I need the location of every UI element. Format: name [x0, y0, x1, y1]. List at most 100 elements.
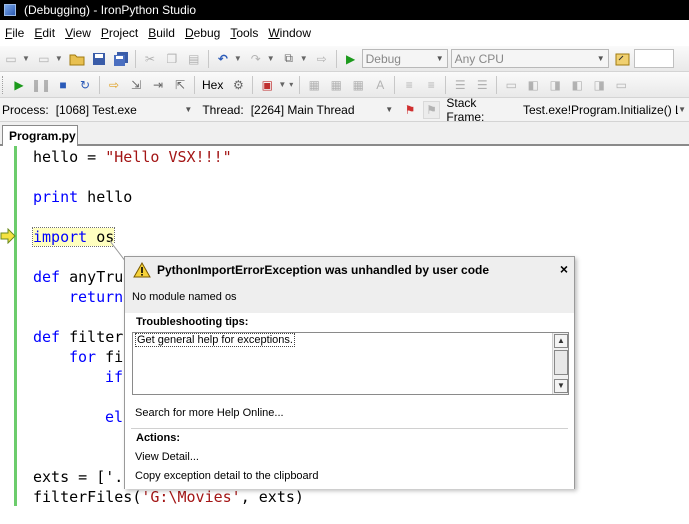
tab-program-py[interactable]: Program.py	[2, 125, 78, 146]
clear-bookmarks-icon[interactable]: ▭	[612, 76, 630, 94]
show-next-statement-icon[interactable]: ⇨	[105, 76, 123, 94]
previous-bookmark-folder-icon[interactable]: ◧	[568, 76, 586, 94]
dropdown-arrow-icon[interactable]: ▼	[22, 54, 30, 63]
restart-icon[interactable]: ↻	[76, 76, 94, 94]
menu-debug[interactable]: Debug	[180, 23, 225, 43]
new-project-icon[interactable]: ▭	[2, 50, 20, 68]
actions-heading: Actions:	[136, 432, 180, 444]
exception-body: Troubleshooting tips: Get general help f…	[125, 313, 574, 489]
decrease-indent-icon[interactable]: ≡	[400, 76, 418, 94]
exception-title: PythonImportErrorException was unhandled…	[157, 263, 490, 277]
step-out-icon[interactable]: ⇱	[171, 76, 189, 94]
next-bookmark-icon[interactable]: ◨	[546, 76, 564, 94]
divider	[131, 428, 568, 429]
save-icon[interactable]	[90, 50, 108, 68]
text-editor-tool-icon[interactable]: ▦	[349, 76, 367, 94]
menu-tools[interactable]: Tools	[225, 23, 263, 43]
search-help-online-link[interactable]: Search for more Help Online...	[135, 407, 284, 419]
thread-label: Thread:	[202, 102, 244, 117]
code-line: print hello	[33, 188, 133, 206]
toolbar-separator	[134, 49, 136, 68]
dropdown-arrow-icon[interactable]: ▼	[267, 54, 275, 63]
process-combo[interactable]: [1068] Test.exe ▼	[53, 100, 196, 119]
document-tab-strip: Program.py	[0, 122, 689, 146]
next-bookmark-folder-icon[interactable]: ◨	[590, 76, 608, 94]
solution-config-combo[interactable]: Debug ▼	[361, 49, 448, 68]
text-editor-tool-icon[interactable]: ▦	[305, 76, 323, 94]
debug-toolbar: ▶ ❚❚ ■ ↻ ⇨ ⇲ ⇥ ⇱ Hex ⚙ ▣ ▼ ▾ ▦ ▦ ▦ A ≡ ≡ …	[0, 72, 689, 98]
code-line: hello = "Hello VSX!!!"	[33, 148, 232, 166]
breakpoints-window-icon[interactable]: ⚙	[229, 76, 247, 94]
general-help-link[interactable]: Get general help for exceptions.	[135, 333, 295, 347]
exception-message: No module named os	[132, 291, 237, 303]
navigate-forward-icon[interactable]: ⇨	[313, 50, 331, 68]
bookmark-icon[interactable]: ▭	[502, 76, 520, 94]
view-detail-link[interactable]: View Detail...	[135, 451, 199, 463]
add-item-icon[interactable]: ▭	[35, 50, 53, 68]
change-tracking-bar	[14, 146, 17, 506]
code-line: filterFiles('G:\Movies', exts)	[33, 488, 304, 506]
scroll-thumb[interactable]	[554, 350, 568, 375]
break-all-icon[interactable]: ❚❚	[31, 76, 51, 94]
start-debug-icon[interactable]: ▶	[342, 50, 360, 68]
menu-view[interactable]: View	[60, 23, 96, 43]
troubleshooting-tips-heading: Troubleshooting tips:	[136, 316, 249, 328]
open-folder-icon[interactable]	[68, 50, 86, 68]
toolbar-options-icon[interactable]: ▾	[289, 80, 293, 89]
uncomment-lines-icon[interactable]: ☰	[473, 76, 491, 94]
menu-build[interactable]: Build	[143, 23, 180, 43]
toolbar-separator	[335, 49, 337, 68]
continue-icon[interactable]: ▶	[10, 76, 28, 94]
paste-icon[interactable]: ▤	[185, 50, 203, 68]
toolbar-separator	[394, 75, 396, 94]
undo-icon[interactable]: ↶	[214, 50, 232, 68]
process-label: Process:	[2, 102, 49, 117]
menu-edit[interactable]: Edit	[29, 23, 60, 43]
copy-icon[interactable]: ❐	[163, 50, 181, 68]
warning-icon	[133, 262, 151, 278]
menu-file[interactable]: File	[0, 23, 29, 43]
code-line: exts = ['.	[33, 468, 124, 486]
menu-window[interactable]: Window	[263, 23, 316, 43]
menu-project[interactable]: Project	[96, 23, 143, 43]
previous-bookmark-icon[interactable]: ◧	[524, 76, 542, 94]
text-editor-tool-icon[interactable]: A	[371, 76, 389, 94]
step-over-icon[interactable]: ⇥	[149, 76, 167, 94]
redo-icon[interactable]: ↷	[247, 50, 265, 68]
scroll-up-icon[interactable]: ▲	[554, 334, 568, 348]
save-all-icon[interactable]	[112, 50, 130, 68]
toolbar-separator	[252, 75, 254, 94]
chevron-down-icon: ▼	[435, 54, 444, 63]
tips-scrollbar[interactable]: ▲ ▼	[552, 333, 568, 394]
increase-indent-icon[interactable]: ≡	[422, 76, 440, 94]
toolbar-separator	[299, 75, 301, 94]
copy-exception-detail-link[interactable]: Copy exception detail to the clipboard	[135, 470, 318, 482]
dropdown-arrow-icon[interactable]: ▼	[300, 54, 308, 63]
code-line: def filter	[33, 328, 124, 346]
show-flagged-threads-icon[interactable]: ⚑	[422, 100, 441, 119]
thread-combo[interactable]: [2264] Main Thread ▼	[248, 100, 397, 119]
cut-icon[interactable]: ✂	[141, 50, 159, 68]
solution-platform-combo[interactable]: Any CPU ▼	[450, 49, 609, 68]
dropdown-arrow-icon[interactable]: ▼	[234, 54, 242, 63]
dropdown-arrow-icon[interactable]: ▼	[55, 54, 63, 63]
find-in-files-icon[interactable]	[614, 50, 632, 68]
stop-debugging-icon[interactable]: ■	[54, 76, 72, 94]
code-line: if	[105, 368, 124, 386]
debug-windows-icon[interactable]: ▣	[258, 76, 276, 94]
close-icon[interactable]: ×	[560, 261, 568, 277]
toggle-thread-flag-icon[interactable]: ⚑	[401, 101, 419, 119]
comment-lines-icon[interactable]: ☰	[451, 76, 469, 94]
dropdown-arrow-icon[interactable]: ▼	[278, 80, 286, 89]
toolbar-separator	[99, 75, 100, 94]
toolbar-separator	[194, 75, 195, 94]
code-line: el	[105, 408, 124, 426]
step-into-icon[interactable]: ⇲	[127, 76, 145, 94]
scroll-down-icon[interactable]: ▼	[554, 379, 568, 393]
toolbar-grip[interactable]	[2, 75, 5, 94]
stack-frame-combo[interactable]: Test.exe!Program.Initialize() Lir ▼	[520, 100, 686, 119]
navigate-icon[interactable]: ⧉	[280, 50, 298, 68]
hex-toggle-button[interactable]: Hex	[202, 78, 223, 92]
find-combo[interactable]	[633, 49, 674, 68]
text-editor-tool-icon[interactable]: ▦	[327, 76, 345, 94]
